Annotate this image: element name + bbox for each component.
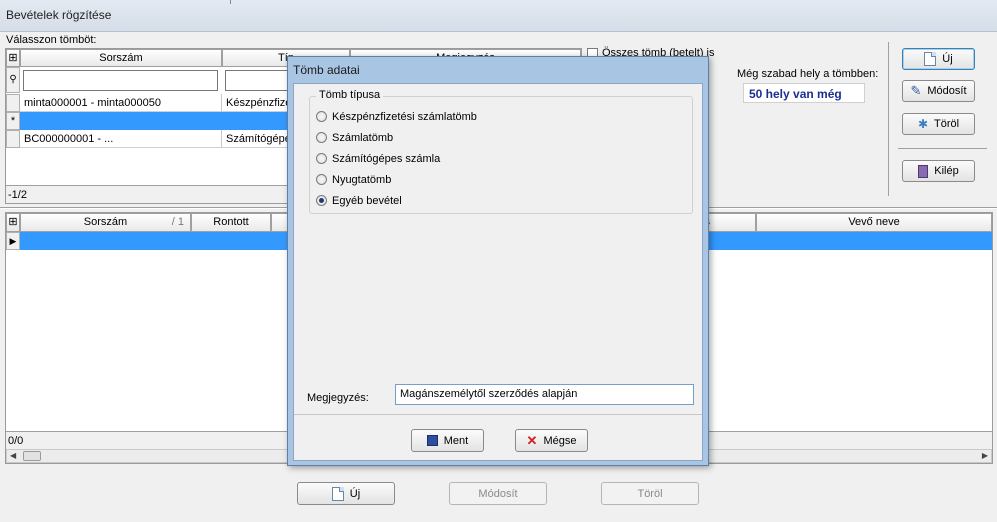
radio-button[interactable] <box>316 111 327 122</box>
new-document-icon <box>924 52 937 66</box>
col-header-sorszam[interactable]: Sorszám / 1 <box>20 213 191 232</box>
radio-label: Nyugtatömb <box>332 173 392 186</box>
edit-pencil-icon: ✎ <box>910 83 922 98</box>
radio-label: Készpénzfizetési számlatömb <box>332 110 477 123</box>
radio-receipt-block[interactable]: Nyugtatömb <box>316 169 477 190</box>
save-floppy-icon <box>426 435 438 446</box>
radio-label: Számítógépes számla <box>332 152 441 165</box>
radio-button[interactable] <box>316 132 327 143</box>
modify-receipt-button[interactable]: Módosít <box>449 482 547 505</box>
current-row-arrow-icon[interactable]: ▶ <box>6 232 20 250</box>
delete-icon: ✱ <box>917 117 928 131</box>
block-type-options: Készpénzfizetési számlatömb Számlatömb S… <box>316 106 477 211</box>
exit-button[interactable]: Kilép <box>902 160 975 182</box>
save-label: Ment <box>443 434 469 447</box>
modify-block-label: Módosít <box>927 85 967 97</box>
button-separator <box>898 148 987 149</box>
delete-block-label: Töröl <box>934 118 960 130</box>
delete-block-button[interactable]: ✱ Töröl <box>902 113 975 135</box>
grid-corner-icon[interactable]: ⊞ <box>6 49 20 67</box>
grid-corner-icon[interactable]: ⊞ <box>6 213 20 232</box>
radio-button[interactable] <box>316 174 327 185</box>
filter-sorszam-input[interactable] <box>23 70 218 91</box>
new-receipt-label: Új <box>349 487 361 500</box>
new-block-label: Új <box>942 53 953 65</box>
row-header[interactable] <box>6 94 20 112</box>
dialog-body: Tömb típusa Készpénzfizetési számlatömb … <box>293 83 703 461</box>
new-receipt-button[interactable]: Új <box>297 482 395 505</box>
dialog-separator <box>294 414 702 415</box>
top-edge-strip <box>230 0 660 4</box>
select-block-label: Válasszon tömböt: <box>6 34 97 46</box>
col-header-sorszam[interactable]: Sorszám <box>20 49 222 67</box>
free-space-label: Még szabad hely a tömbben: <box>737 68 879 80</box>
block-data-dialog[interactable]: Tömb adatai Tömb típusa Készpénzfizetési… <box>287 56 709 466</box>
new-row-marker[interactable]: * <box>6 112 20 130</box>
block-type-group-label: Tömb típusa <box>316 89 384 101</box>
scroll-thumb[interactable] <box>23 451 41 461</box>
scroll-right-icon[interactable]: ▶ <box>982 450 988 462</box>
exit-door-icon <box>918 164 929 178</box>
scroll-left-icon[interactable]: ◀ <box>10 450 16 462</box>
cancel-x-icon: ✕ <box>526 432 538 448</box>
radio-computer-invoice[interactable]: Számítógépes számla <box>316 148 477 169</box>
sort-indicator: / 1 <box>171 216 184 228</box>
radio-label: Számlatömb <box>332 131 394 144</box>
table-row-sorszam[interactable]: minta000001 - minta000050 <box>20 94 222 112</box>
radio-other-income[interactable]: Egyéb bevétel <box>316 190 477 211</box>
save-button[interactable]: Ment <box>411 429 484 452</box>
cancel-label: Mégse <box>543 434 577 447</box>
delete-receipt-button[interactable]: Töröl <box>601 482 699 505</box>
table-row-sorszam[interactable]: BC000000001 - ... <box>20 130 222 148</box>
window-title-bar: Bevételek rögzítése <box>0 0 997 32</box>
col-header-vevo-neve[interactable]: Vevő neve <box>756 213 992 232</box>
new-document-icon <box>331 486 344 501</box>
free-space-value: 50 hely van még <box>743 83 865 103</box>
note-label: Megjegyzés: <box>307 392 369 404</box>
row-header[interactable] <box>6 130 20 148</box>
radio-cash-invoice[interactable]: Készpénzfizetési számlatömb <box>316 106 477 127</box>
filter-binoculars-icon: ⚲ <box>6 67 20 93</box>
radio-button[interactable] <box>316 153 327 164</box>
col-header-rontott[interactable]: Rontott <box>191 213 271 232</box>
radio-label: Egyéb bevétel <box>332 194 402 207</box>
radio-button-selected[interactable] <box>316 195 327 206</box>
vertical-divider <box>888 42 889 196</box>
dialog-title[interactable]: Tömb adatai <box>288 57 708 83</box>
radio-invoice-block[interactable]: Számlatömb <box>316 127 477 148</box>
new-block-button[interactable]: Új <box>902 48 975 70</box>
col-sorszam-label: Sorszám <box>83 216 128 228</box>
cancel-button[interactable]: ✕ Mégse <box>515 429 588 452</box>
window-title: Bevételek rögzítése <box>6 8 112 22</box>
note-input[interactable]: Magánszemélytől szerződés alapján <box>395 384 694 405</box>
exit-label: Kilép <box>934 165 959 177</box>
modify-block-button[interactable]: ✎ Módosít <box>902 80 975 102</box>
